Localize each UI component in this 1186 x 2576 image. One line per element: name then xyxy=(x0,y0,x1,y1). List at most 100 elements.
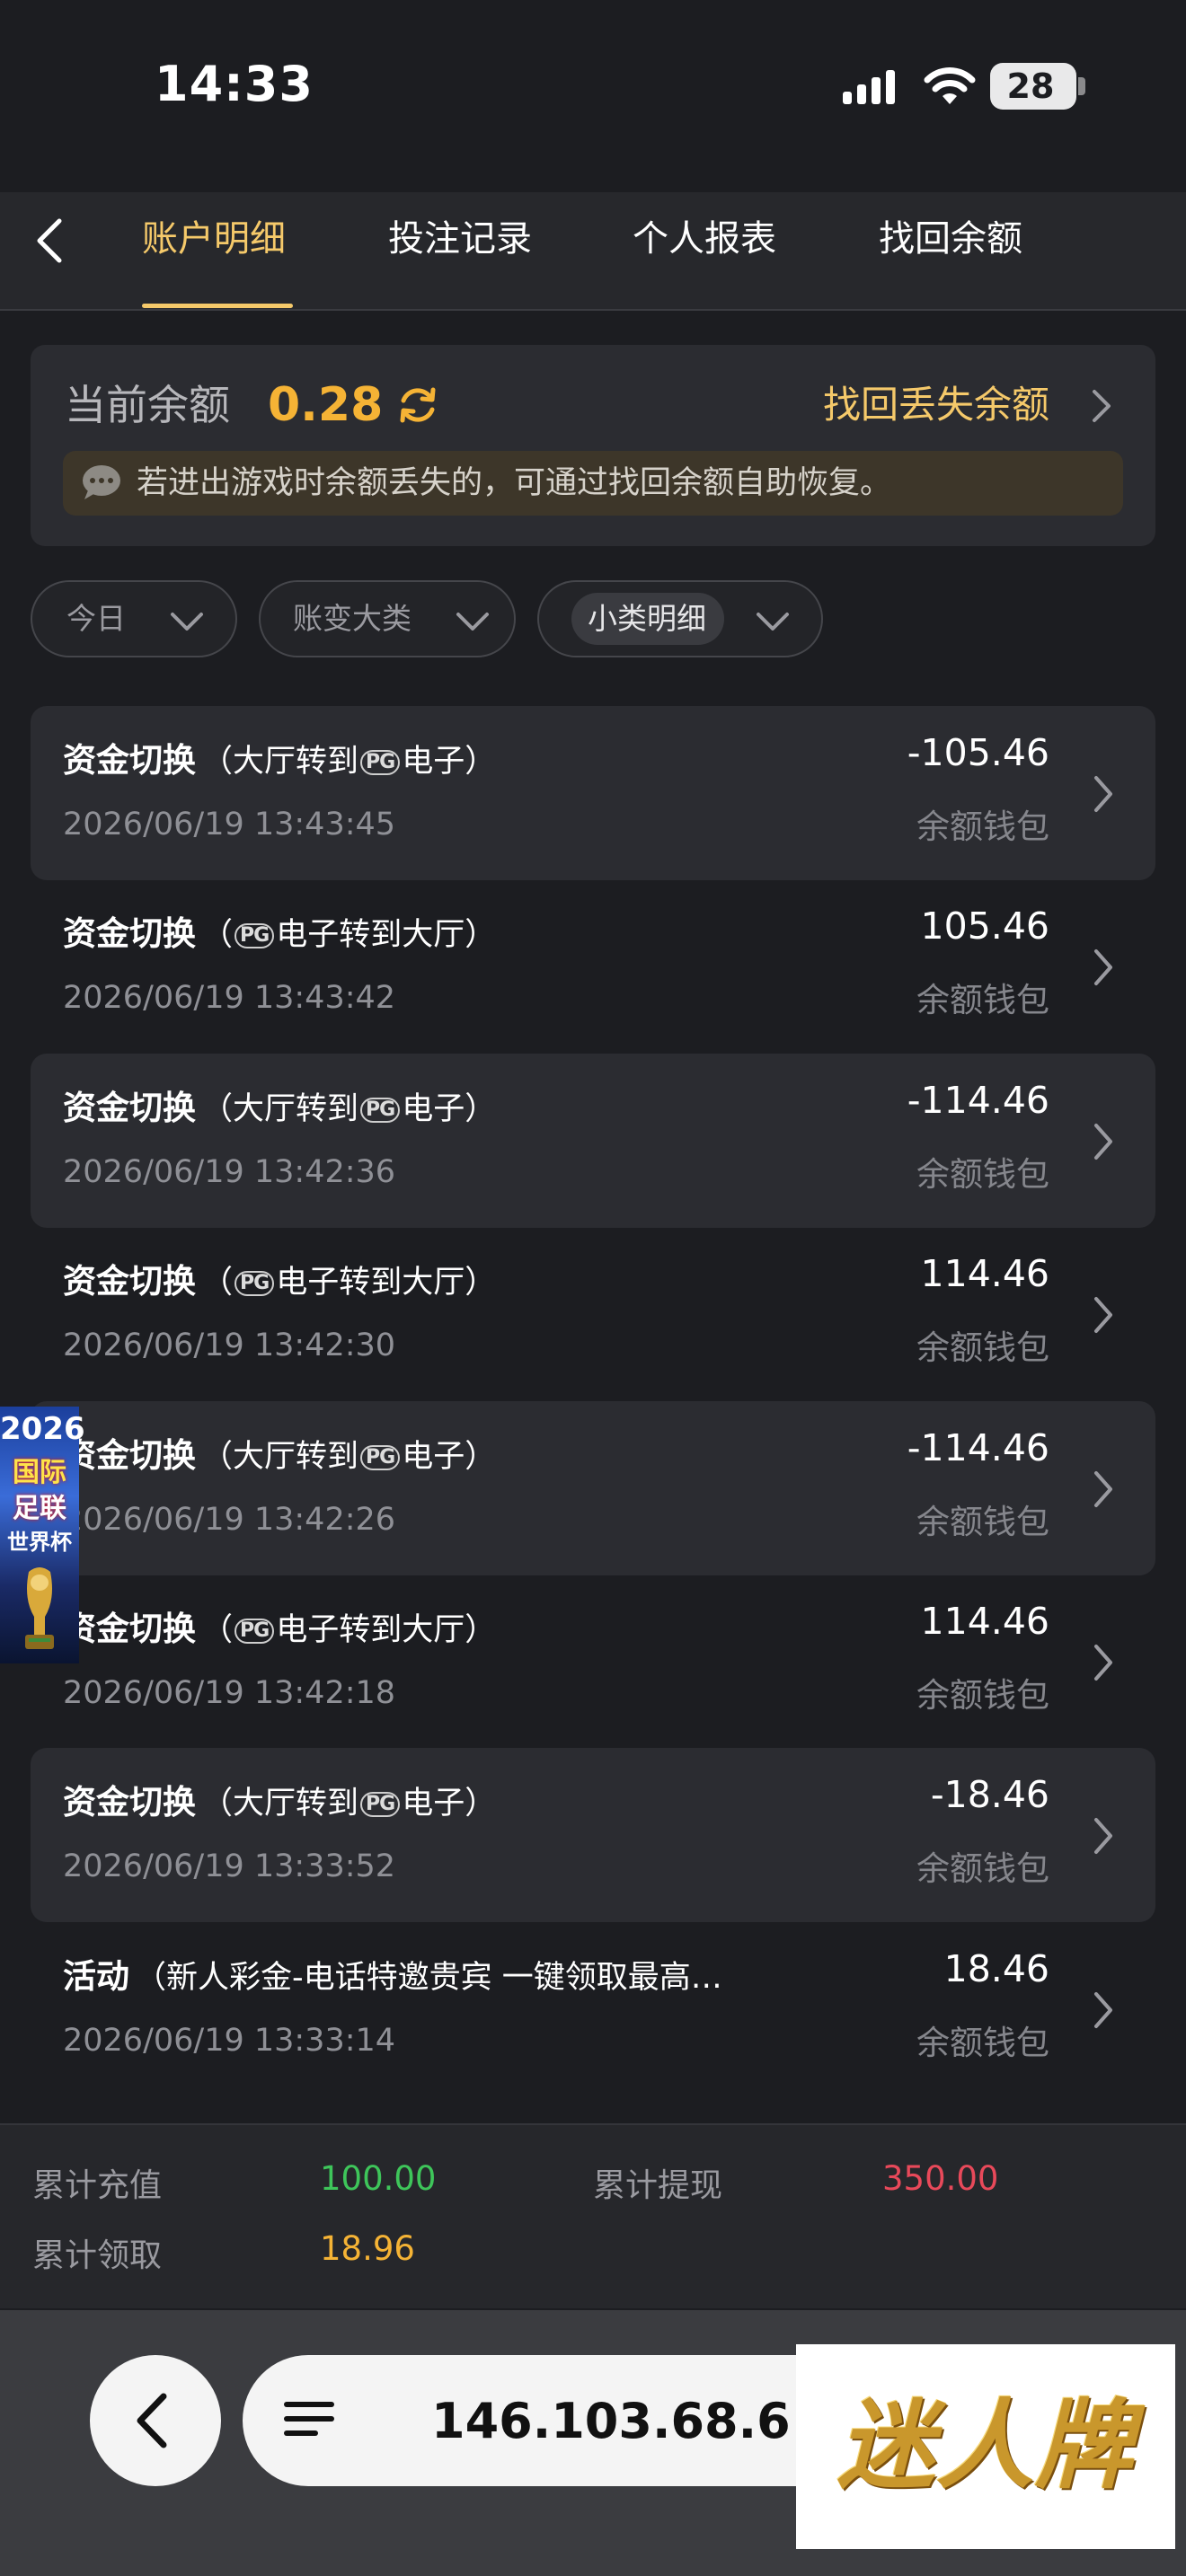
pg-logo-icon: PG xyxy=(360,750,401,775)
record-row[interactable]: 资金切换 （大厅转到 PG 电子） 2026/06/19 13:42:26 -114.46… xyxy=(31,1401,1155,1575)
record-amount: 114.46 xyxy=(920,1600,1049,1643)
record-wallet: 余额钱包 xyxy=(916,1676,1049,1715)
record-wallet: 余额钱包 xyxy=(916,1849,1049,1888)
record-time: 2026/06/19 13:43:42 xyxy=(63,980,396,1016)
url-text: 146.103.68.6 xyxy=(431,2393,791,2449)
record-wallet: 余额钱包 xyxy=(916,1503,1049,1541)
date-filter-dropdown[interactable]: 今日 xyxy=(31,580,237,657)
record-time: 2026/06/19 13:33:14 xyxy=(63,2023,396,2059)
record-row[interactable]: 资金切换 （大厅转到 PG 电子） 2026/06/19 13:33:52 -18.46 余… xyxy=(31,1748,1155,1922)
pg-logo-icon: PG xyxy=(235,1619,275,1644)
brand-watermark-text: 迷人牌 xyxy=(836,2390,1134,2502)
record-desc-pre: （ xyxy=(201,1265,234,1301)
ad-year-text: 2026 xyxy=(0,1411,85,1447)
record-row[interactable]: 资金切换 （大厅转到 PG 电子） 2026/06/19 13:43:45 -105.46… xyxy=(31,706,1155,880)
record-title: 资金切换 （大厅转到 PG 电子） xyxy=(63,1081,496,1129)
battery-cap xyxy=(1078,77,1085,95)
chevron-right-icon xyxy=(1094,1124,1112,1160)
record-row[interactable]: 资金切换（PG 电子转到大厅） 2026/06/19 13:42:30 114.46 余… xyxy=(31,1227,1155,1401)
record-desc-post: 电子转到大厅） xyxy=(276,1612,497,1648)
status-time: 14:33 xyxy=(155,56,314,112)
record-wallet: 余额钱包 xyxy=(916,981,1049,1019)
chevron-right-icon xyxy=(1094,1818,1112,1854)
tab-bet-records[interactable]: 投注记录 xyxy=(388,212,532,266)
record-title: 资金切换（PG 电子转到大厅） xyxy=(63,1601,496,1650)
pg-logo-icon: PG xyxy=(235,923,275,948)
record-amount: 105.46 xyxy=(920,904,1049,948)
chevron-right-icon xyxy=(1094,1992,1112,2028)
record-description: （大厅转到 PG 电子） xyxy=(201,744,496,780)
record-desc-pre: （大厅转到 xyxy=(201,744,359,780)
record-time: 2026/06/19 13:42:30 xyxy=(63,1328,396,1363)
record-desc-pre: （ xyxy=(201,1612,234,1648)
record-description: （PG 电子转到大厅） xyxy=(201,1612,496,1648)
category-filter-label: 账变大类 xyxy=(293,601,412,636)
record-type: 资金切换 xyxy=(63,914,196,953)
chevron-right-icon xyxy=(1094,1645,1112,1681)
trophy-icon xyxy=(25,1567,54,1649)
chevron-down-icon xyxy=(757,613,789,631)
balance-value: 0.28 xyxy=(268,378,384,432)
total-recharge-label: 累计充值 xyxy=(32,2167,163,2204)
record-title: 活动 （新人彩金-电话特邀贵宾 一键领取最高… xyxy=(63,1949,722,1998)
record-description: （新人彩金-电话特邀贵宾 一键领取最高… xyxy=(135,1960,722,1996)
record-desc-post: 电子） xyxy=(402,1091,497,1127)
subcategory-filter-dropdown[interactable]: 小类明细 xyxy=(537,580,823,657)
chevron-down-icon xyxy=(456,613,489,631)
record-wallet: 余额钱包 xyxy=(916,1328,1049,1367)
record-desc-pre: （ xyxy=(201,917,234,953)
record-row[interactable]: 活动 （新人彩金-电话特邀贵宾 一键领取最高… 2026/06/19 13:33:1… xyxy=(31,1922,1155,2096)
tab-account-details[interactable]: 账户明细 xyxy=(142,212,286,266)
record-desc-pre: （新人彩金-电话特邀贵宾 一键领取最高… xyxy=(135,1960,722,1996)
category-filter-dropdown[interactable]: 账变大类 xyxy=(259,580,516,657)
record-type: 资金切换 xyxy=(63,741,196,780)
date-filter-label: 今日 xyxy=(66,601,126,636)
record-amount: -105.46 xyxy=(907,731,1049,774)
active-tab-indicator xyxy=(142,304,293,308)
record-type: 活动 xyxy=(63,1957,129,1996)
record-description: （PG 电子转到大厅） xyxy=(201,1265,496,1301)
subcategory-filter-label: 小类明细 xyxy=(588,601,706,636)
chevron-right-icon xyxy=(1094,1297,1112,1333)
back-arrow-icon[interactable] xyxy=(32,216,68,266)
menu-icon[interactable] xyxy=(282,2396,338,2441)
record-time: 2026/06/19 13:33:52 xyxy=(63,1848,396,1884)
record-title: 资金切换 （大厅转到 PG 电子） xyxy=(63,1775,496,1823)
record-row[interactable]: 资金切换（PG 电子转到大厅） 2026/06/19 13:43:42 105.46 余… xyxy=(31,879,1155,1054)
pg-logo-icon: PG xyxy=(360,1098,401,1123)
browser-back-button[interactable] xyxy=(90,2355,221,2486)
record-type: 资金切换 xyxy=(63,1610,196,1648)
record-time: 2026/06/19 13:42:18 xyxy=(63,1675,396,1711)
total-claim-label: 累计领取 xyxy=(32,2237,163,2274)
record-title: 资金切换（PG 电子转到大厅） xyxy=(63,1254,496,1302)
record-time: 2026/06/19 13:43:45 xyxy=(63,807,396,842)
record-desc-post: 电子转到大厅） xyxy=(276,917,497,953)
total-claim-value: 18.96 xyxy=(320,2229,415,2268)
total-withdraw-label: 累计提现 xyxy=(593,2167,723,2204)
recover-lost-balance-link[interactable]: 找回丢失余额 xyxy=(823,374,1049,437)
record-wallet: 余额钱包 xyxy=(916,807,1049,846)
record-time: 2026/06/19 13:42:36 xyxy=(63,1154,396,1190)
record-row[interactable]: 资金切换 （大厅转到 PG 电子） 2026/06/19 13:42:36 -114.46… xyxy=(31,1054,1155,1228)
record-desc-pre: （大厅转到 xyxy=(201,1786,359,1822)
pg-logo-icon: PG xyxy=(360,1792,401,1817)
chevron-right-icon[interactable] xyxy=(1089,386,1114,426)
record-amount: -114.46 xyxy=(907,1079,1049,1122)
ad-text-line3: 世界杯 xyxy=(7,1530,72,1555)
chevron-right-icon xyxy=(1094,1471,1112,1507)
summary-panel xyxy=(0,2123,1186,2308)
record-desc-pre: （大厅转到 xyxy=(201,1091,359,1127)
record-wallet: 余额钱包 xyxy=(916,2024,1049,2062)
ad-text-line1: 国际 xyxy=(13,1457,66,1488)
record-description: （大厅转到 PG 电子） xyxy=(201,1091,496,1127)
record-wallet: 余额钱包 xyxy=(916,1155,1049,1194)
tab-recover-balance[interactable]: 找回余额 xyxy=(879,212,1022,266)
chat-bubble-icon xyxy=(83,465,120,499)
notice-text: 若进出游戏时余额丢失的，可通过找回余额自助恢复。 xyxy=(137,465,892,501)
tab-personal-report[interactable]: 个人报表 xyxy=(633,212,776,266)
record-row[interactable]: 资金切换（PG 电子转到大厅） 2026/06/19 13:42:18 114.46 余… xyxy=(31,1575,1155,1749)
record-description: （PG 电子转到大厅） xyxy=(201,917,496,953)
refresh-icon[interactable] xyxy=(395,383,440,428)
record-desc-post: 电子转到大厅） xyxy=(276,1265,497,1301)
record-description: （大厅转到 PG 电子） xyxy=(201,1439,496,1475)
